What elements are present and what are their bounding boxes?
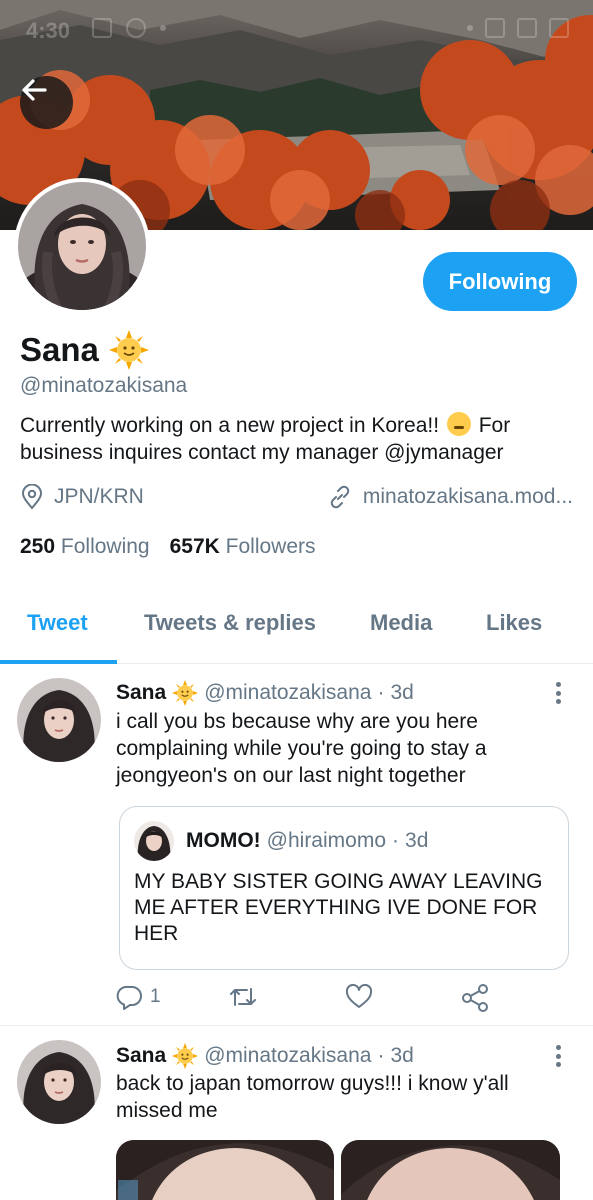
tweet-avatar[interactable] bbox=[17, 1040, 101, 1124]
tweet-media-photo[interactable] bbox=[341, 1140, 560, 1200]
profile-stats: 250 Following 657K Followers bbox=[20, 535, 316, 559]
notification-icon bbox=[92, 18, 112, 38]
tweet-header: Sana @minatozakisana · 3d bbox=[116, 1043, 414, 1069]
shushing-face-emoji-icon bbox=[446, 412, 471, 436]
quoted-tweet[interactable]: MOMO! @hiraimomo · 3d MY BABY SISTER GOI… bbox=[119, 806, 569, 970]
profile-avatar-image bbox=[18, 182, 146, 310]
more-icon[interactable] bbox=[548, 679, 568, 707]
mute-icon bbox=[485, 18, 505, 38]
tweet-actions: 1 bbox=[116, 983, 496, 1013]
tweet-header: Sana @minatozakisana · 3d bbox=[116, 680, 414, 706]
followers-stat[interactable]: 657K Followers bbox=[170, 535, 316, 559]
location-pin-icon bbox=[21, 484, 43, 510]
display-name-text: Sana bbox=[20, 331, 99, 368]
reply-icon bbox=[116, 985, 142, 1010]
retweet-icon bbox=[230, 988, 256, 1006]
tab-tweet[interactable]: Tweet bbox=[27, 610, 88, 636]
tweet-media-photo[interactable] bbox=[116, 1140, 334, 1200]
quoted-time: 3d bbox=[405, 829, 429, 852]
profile-bio: Currently working on a new project in Ko… bbox=[20, 412, 575, 466]
quoted-tweet-avatar bbox=[134, 821, 174, 861]
quoted-tweet-header: MOMO! @hiraimomo · 3d bbox=[186, 829, 428, 853]
reply-count: 1 bbox=[150, 986, 161, 1007]
profile-website-link[interactable]: minatozakisana.mod... bbox=[327, 484, 573, 510]
tweet-divider bbox=[0, 1025, 593, 1026]
tweet-author-name[interactable]: Sana bbox=[116, 681, 166, 705]
tab-media[interactable]: Media bbox=[370, 610, 432, 636]
active-tab-indicator bbox=[0, 660, 117, 664]
retweet-button[interactable] bbox=[228, 983, 258, 1011]
tweet-separator: · bbox=[377, 681, 385, 704]
tweet-author-name[interactable]: Sana bbox=[116, 1044, 166, 1068]
tweet-time: 3d bbox=[390, 1044, 414, 1067]
bio-text-part1: Currently working on a new project in Ko… bbox=[20, 414, 440, 437]
tweet-separator: · bbox=[377, 1044, 385, 1067]
tweet-text: i call you bs because why are you here c… bbox=[116, 710, 487, 787]
quoted-separator: · bbox=[392, 829, 400, 852]
back-arrow-icon bbox=[22, 79, 47, 101]
status-time: 4:30 bbox=[26, 18, 71, 43]
sun-emoji-icon bbox=[108, 330, 149, 370]
following-label: Following bbox=[60, 535, 150, 558]
like-button[interactable] bbox=[345, 983, 373, 1011]
profile-meta-row: JPN/KRN minatozakisana.mod... bbox=[20, 484, 573, 514]
following-count: 250 bbox=[20, 535, 56, 558]
profile-location: JPN/KRN bbox=[20, 484, 144, 510]
tweet-time: 3d bbox=[390, 681, 414, 704]
more-icon[interactable] bbox=[548, 1042, 568, 1070]
status-icons-right bbox=[467, 18, 569, 38]
tab-likes[interactable]: Likes bbox=[486, 610, 542, 636]
reply-button[interactable]: 1 bbox=[116, 983, 161, 1011]
battery-icon bbox=[549, 18, 569, 38]
followers-label: Followers bbox=[225, 535, 316, 558]
wifi-icon bbox=[517, 18, 537, 38]
quoted-tweet-text: MY BABY SISTER GOING AWAY LEAVING ME AFT… bbox=[134, 870, 543, 945]
profile-handle: @minatozakisana bbox=[20, 374, 188, 397]
tweet-author-handle[interactable]: @minatozakisana bbox=[204, 681, 371, 705]
link-icon bbox=[330, 485, 350, 509]
following-stat[interactable]: 250 Following bbox=[20, 535, 150, 559]
tweet-avatar[interactable] bbox=[17, 678, 101, 762]
tweet-media-grid bbox=[116, 1140, 560, 1200]
website-text: minatozakisana.mod... bbox=[362, 485, 573, 508]
back-button[interactable] bbox=[20, 76, 73, 129]
status-bar: 4:30 bbox=[0, 0, 593, 60]
followers-count: 657K bbox=[169, 535, 220, 558]
quoted-author-handle: @hiraimomo bbox=[266, 829, 387, 852]
profile-tabs: Tweet Tweets & replies Media Likes bbox=[0, 600, 593, 664]
quoted-author-name: MOMO! bbox=[186, 829, 261, 852]
share-button[interactable] bbox=[460, 983, 490, 1013]
tweet-author-handle[interactable]: @minatozakisana bbox=[204, 1044, 371, 1068]
status-icons-left bbox=[92, 18, 166, 38]
tab-tweets-and-replies[interactable]: Tweets & replies bbox=[144, 610, 316, 636]
location-text: JPN/KRN bbox=[54, 485, 144, 508]
tweet-text: back to japan tomorrow guys!!! i know y'… bbox=[116, 1072, 509, 1122]
profile-display-name: Sana bbox=[20, 330, 149, 370]
more-notifications-dot-icon bbox=[160, 25, 166, 31]
like-icon bbox=[345, 983, 373, 1008]
alarm-icon bbox=[126, 18, 146, 38]
signal-dot-icon bbox=[467, 25, 473, 31]
following-button[interactable]: Following bbox=[423, 252, 577, 311]
share-icon bbox=[462, 984, 488, 1012]
profile-avatar[interactable] bbox=[14, 178, 150, 314]
sun-emoji-icon bbox=[172, 1043, 199, 1069]
sun-emoji-icon bbox=[172, 680, 199, 706]
